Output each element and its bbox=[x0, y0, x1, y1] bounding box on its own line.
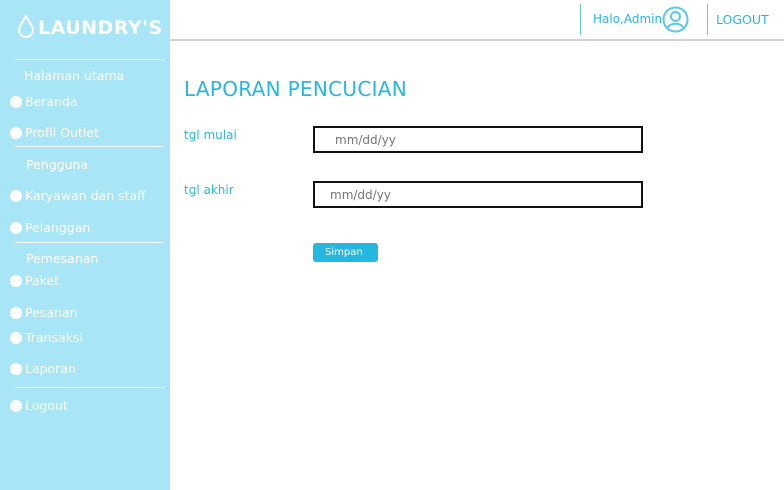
sidebar-item-transaksi[interactable]: Transaksi bbox=[10, 330, 83, 345]
section-label-pengguna: Pengguna bbox=[26, 157, 89, 172]
sidebar-item-label: Transaksi bbox=[25, 330, 83, 345]
sidebar-item-label: Laporan bbox=[25, 361, 76, 376]
top-bar: Halo,Admin LOGOUT bbox=[170, 0, 784, 41]
sidebar-item-label: Pesanan bbox=[25, 305, 78, 320]
header-divider bbox=[580, 4, 581, 35]
page-title: LAPORAN PENCUCIAN bbox=[184, 77, 408, 101]
bullet-icon bbox=[10, 331, 22, 344]
save-button[interactable]: Simpan bbox=[313, 243, 378, 262]
start-date-label: tgl mulai bbox=[184, 128, 237, 142]
sidebar-item-label: Karyawan dan staff bbox=[25, 188, 146, 203]
section-label-pemesanan: Pemesanan bbox=[26, 251, 99, 266]
sidebar-item-logout[interactable]: Logout bbox=[10, 398, 68, 413]
sidebar-item-paket[interactable]: Paket bbox=[10, 273, 59, 288]
sidebar: LAUNDRY'S Halaman utama Beranda Profil O… bbox=[0, 0, 170, 490]
bullet-icon bbox=[10, 306, 22, 319]
water-drop-icon bbox=[17, 13, 35, 42]
greeting-text: Halo,Admin bbox=[593, 12, 663, 26]
sidebar-item-karyawan[interactable]: Karyawan dan staff bbox=[10, 188, 146, 203]
section-label-halaman-utama: Halaman utama bbox=[24, 68, 125, 83]
sidebar-item-laporan[interactable]: Laporan bbox=[10, 361, 76, 376]
bullet-icon bbox=[10, 274, 22, 287]
sidebar-item-label: Pelanggan bbox=[25, 220, 91, 235]
brand-name: LAUNDRY'S bbox=[38, 17, 163, 39]
end-date-input[interactable] bbox=[313, 181, 643, 208]
sidebar-divider bbox=[14, 146, 164, 147]
sidebar-divider bbox=[14, 242, 164, 243]
end-date-label: tgl akhir bbox=[184, 183, 234, 197]
sidebar-item-pesanan[interactable]: Pesanan bbox=[10, 305, 77, 320]
bullet-icon bbox=[10, 399, 22, 412]
sidebar-item-label: Profil Outlet bbox=[25, 125, 99, 140]
bullet-icon bbox=[10, 189, 22, 202]
bullet-icon bbox=[10, 362, 22, 375]
header-divider bbox=[707, 4, 708, 35]
bullet-icon bbox=[10, 95, 22, 108]
sidebar-item-label: Paket bbox=[25, 273, 60, 288]
sidebar-item-label: Logout bbox=[25, 398, 68, 413]
brand-logo[interactable]: LAUNDRY'S bbox=[17, 13, 163, 42]
start-date-input[interactable] bbox=[313, 126, 643, 153]
user-circle-icon[interactable] bbox=[662, 6, 689, 37]
logout-link[interactable]: LOGOUT bbox=[716, 12, 769, 27]
bullet-icon bbox=[10, 126, 22, 139]
sidebar-divider bbox=[14, 59, 164, 60]
sidebar-divider bbox=[14, 387, 164, 388]
sidebar-item-beranda[interactable]: Beranda bbox=[10, 94, 78, 109]
bullet-icon bbox=[10, 221, 22, 234]
sidebar-item-profil-outlet[interactable]: Profil Outlet bbox=[10, 125, 99, 140]
sidebar-item-pelanggan[interactable]: Pelanggan bbox=[10, 220, 90, 235]
sidebar-item-label: Beranda bbox=[25, 94, 78, 109]
